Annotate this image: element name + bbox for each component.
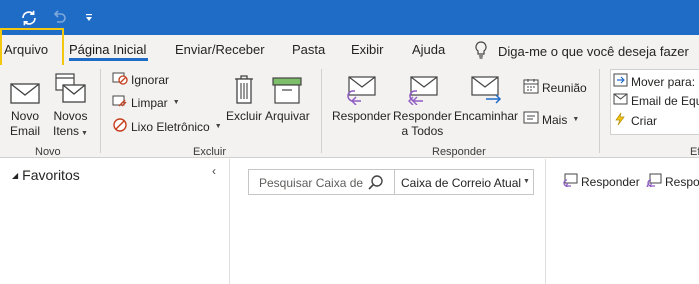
title-bar: [0, 0, 699, 35]
chevron-down-icon: ▼: [172, 99, 180, 106]
reply-all-icon: [646, 173, 662, 190]
tab-home[interactable]: Página Inicial: [69, 42, 146, 57]
reading-reply-all-button[interactable]: Respon: [646, 173, 699, 190]
file-tab-highlight: [0, 28, 64, 68]
quick-step-email-team[interactable]: Email de Equ: [613, 93, 699, 108]
ignore-icon: [112, 71, 128, 88]
junk-label: Lixo Eletrônico: [131, 119, 210, 134]
tab-send-receive[interactable]: Enviar/Receber: [175, 42, 265, 57]
new-items-icon: [53, 71, 87, 105]
ignore-label: Ignorar: [131, 72, 170, 87]
main-content: ◢ Favoritos ‹ Pesquisar Caixa de Correio…: [0, 159, 699, 284]
quick-step-email-label: Email de Equ: [631, 93, 699, 108]
delete-label: Excluir: [226, 109, 263, 123]
tab-help[interactable]: Ajuda: [412, 42, 445, 57]
reading-reply-all-label: Respon: [665, 174, 699, 189]
favorites-label: Favoritos: [22, 167, 80, 183]
reading-reply-label: Responder: [581, 174, 640, 189]
reply-all-label-2: a Todos: [401, 124, 444, 138]
new-items-label-2: Itens ▼: [53, 124, 88, 138]
collapse-pane-icon[interactable]: ‹: [212, 164, 216, 178]
new-email-label-2: Email: [10, 124, 41, 138]
group-label-quick-steps: Ef: [690, 146, 699, 158]
forward-icon: [470, 71, 502, 105]
new-email-label-1: Novo: [11, 109, 40, 123]
customize-toolbar-icon[interactable]: [78, 7, 100, 29]
expand-triangle-icon: ◢: [12, 170, 19, 180]
junk-button[interactable]: Lixo Eletrônico ▼: [112, 117, 222, 136]
reply-all-icon: [405, 71, 439, 105]
lightbulb-icon: [474, 41, 488, 62]
active-tab-indicator: [69, 58, 148, 61]
undo-icon[interactable]: [48, 7, 70, 29]
envelope-icon: [10, 71, 40, 105]
more-icon: [523, 111, 539, 128]
tab-folder[interactable]: Pasta: [292, 42, 325, 57]
quick-step-create[interactable]: Criar: [613, 112, 657, 129]
clean-up-label: Limpar: [131, 95, 168, 110]
reading-reply-button[interactable]: Responder: [562, 173, 640, 190]
search-divider: [394, 170, 395, 194]
archive-icon: [272, 71, 302, 105]
meeting-label: Reunião: [542, 80, 587, 95]
group-divider: [599, 69, 600, 153]
reply-all-button[interactable]: Responder a Todos: [393, 71, 452, 139]
quick-step-create-label: Criar: [631, 113, 657, 128]
forward-button[interactable]: Encaminhar: [454, 71, 518, 124]
meeting-button[interactable]: Reunião: [523, 78, 587, 97]
group-label-new: Novo: [35, 146, 61, 158]
chevron-down-icon: ▼: [572, 116, 580, 123]
forward-label: Encaminhar: [454, 109, 519, 123]
group-divider: [321, 69, 322, 153]
ribbon: Novo Email Novos Itens ▼ Novo Ignorar Lim…: [0, 65, 699, 158]
reading-pane: Responder Respon: [545, 159, 699, 284]
group-label-delete: Excluir: [193, 146, 227, 158]
group-label-respond: Responder: [432, 146, 486, 158]
quick-step-move-to[interactable]: Mover para:: [613, 73, 695, 90]
new-email-button[interactable]: Novo Email: [10, 71, 40, 139]
quick-step-move-label: Mover para:: [631, 74, 696, 89]
archive-button[interactable]: Arquivar: [265, 71, 310, 124]
trash-icon: [233, 71, 255, 105]
reply-icon: [562, 173, 578, 190]
archive-label: Arquivar: [265, 109, 310, 123]
new-items-button[interactable]: Novos Itens ▼: [53, 71, 88, 141]
tell-me-text: Diga-me o que você deseja fazer: [498, 44, 689, 59]
reply-label: Responder: [332, 109, 391, 123]
search-box: Pesquisar Caixa de Correio Atual Caixa d…: [248, 169, 534, 195]
junk-icon: [112, 117, 128, 136]
chevron-down-icon[interactable]: ▼: [523, 178, 530, 185]
move-folder-icon: [613, 73, 628, 90]
search-scope-dropdown[interactable]: Caixa de Correio Atual: [401, 176, 521, 190]
reply-all-label-1: Responder: [393, 109, 452, 123]
delete-button[interactable]: Excluir: [226, 71, 262, 124]
tab-view[interactable]: Exibir: [351, 42, 384, 57]
clean-up-button[interactable]: Limpar ▼: [112, 94, 180, 111]
folder-pane: ◢ Favoritos ‹: [0, 159, 230, 284]
calendar-icon: [523, 78, 539, 97]
new-items-label-1: Novos: [53, 109, 88, 123]
reply-icon: [345, 71, 377, 105]
more-label: Mais: [542, 112, 568, 127]
reply-button[interactable]: Responder: [332, 71, 391, 124]
envelope-icon: [613, 93, 628, 108]
search-input[interactable]: Pesquisar Caixa de Correio Atual: [259, 176, 363, 190]
lightning-icon: [613, 112, 628, 129]
favorites-header[interactable]: ◢ Favoritos: [12, 167, 80, 183]
ignore-button[interactable]: Ignorar: [112, 71, 169, 88]
group-divider: [100, 69, 101, 153]
clean-up-icon: [112, 94, 128, 111]
search-icon[interactable]: [367, 174, 385, 195]
chevron-down-icon: ▼: [214, 123, 222, 130]
send-receive-all-icon[interactable]: [18, 7, 40, 29]
more-respond-button[interactable]: Mais ▼: [523, 111, 579, 128]
tell-me-search[interactable]: Diga-me o que você deseja fazer: [474, 41, 689, 62]
